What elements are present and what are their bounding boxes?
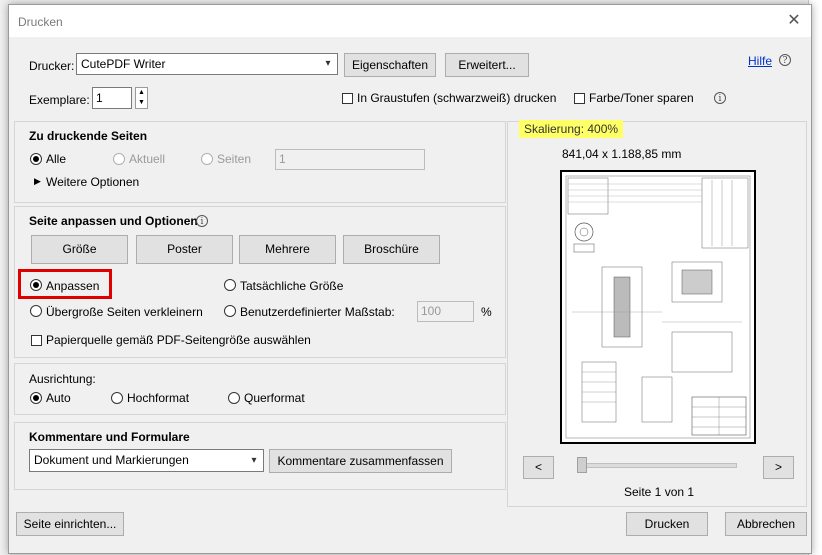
tab-multiple[interactable]: Mehrere [239, 235, 336, 264]
pages-all-radio[interactable] [30, 153, 42, 165]
grayscale-label: In Graustufen (schwarzweiß) drucken [357, 91, 557, 105]
info-icon[interactable]: i [196, 215, 208, 227]
print-dialog: Drucken ✕ Drucker: CutePDF Writer ▾ Eige… [8, 4, 812, 554]
orientation-portrait-label: Hochformat [127, 391, 190, 405]
page-status: Seite 1 von 1 [624, 485, 695, 499]
actual-size-label: Tatsächliche Größe [240, 279, 344, 293]
help-question-icon[interactable]: ? [779, 54, 791, 66]
paper-source-checkbox[interactable] [31, 335, 42, 346]
custom-scale-radio[interactable] [224, 305, 236, 317]
pages-all-label: Alle [46, 152, 67, 166]
pages-current-label: Aktuell [129, 152, 166, 166]
summarize-comments-button[interactable]: Kommentare zusammenfassen [269, 449, 452, 473]
copies-label: Exemplare: [29, 93, 90, 107]
tab-size[interactable]: Größe [31, 235, 128, 264]
pages-range-radio[interactable] [201, 153, 213, 165]
page-setup-button[interactable]: Seite einrichten... [16, 512, 124, 536]
save-toner-checkbox[interactable] [574, 93, 585, 104]
orientation-label: Ausrichtung: [29, 372, 96, 386]
scaling-label: Skalierung: 400% [519, 120, 624, 138]
page-preview [560, 170, 756, 444]
more-options-toggle[interactable]: Weitere Optionen [46, 175, 139, 189]
shrink-radio[interactable] [30, 305, 42, 317]
info-icon[interactable]: i [714, 92, 726, 104]
properties-button[interactable]: Eigenschaften [344, 53, 436, 77]
fit-radio[interactable] [30, 279, 42, 291]
cancel-button[interactable]: Abbrechen [725, 512, 807, 536]
tab-poster[interactable]: Poster [136, 235, 233, 264]
copies-input[interactable]: 1 [92, 87, 132, 109]
comments-heading: Kommentare und Formulare [29, 430, 190, 444]
orientation-portrait-radio[interactable] [111, 392, 123, 404]
tab-booklet[interactable]: Broschüre [343, 235, 440, 264]
orientation-landscape-radio[interactable] [228, 392, 240, 404]
orientation-auto-label: Auto [46, 391, 71, 405]
percent-label: % [481, 305, 492, 319]
paper-source-label: Papierquelle gemäß PDF-Seitengröße auswä… [46, 333, 311, 347]
orientation-auto-radio[interactable] [30, 392, 42, 404]
actual-size-radio[interactable] [224, 279, 236, 291]
print-button[interactable]: Drucken [626, 512, 708, 536]
triangle-right-icon[interactable]: ▶ [34, 176, 41, 187]
chevron-down-icon: ▾ [251, 455, 257, 466]
save-toner-label: Farbe/Toner sparen [589, 91, 694, 105]
orientation-landscape-label: Querformat [244, 391, 305, 405]
page-slider-track[interactable] [577, 463, 737, 468]
fit-heading: Seite anpassen und Optionen [29, 214, 198, 228]
orientation-panel [14, 363, 506, 415]
printer-select-value: CutePDF Writer [81, 57, 166, 71]
custom-scale-label: Benutzerdefinierter Maßstab: [240, 305, 395, 319]
shrink-label: Übergroße Seiten verkleinern [46, 305, 203, 319]
page-size-label: 841,04 x 1.188,85 mm [562, 147, 682, 161]
pages-heading: Zu druckende Seiten [29, 129, 148, 143]
pages-range-input[interactable]: 1 [275, 149, 425, 170]
comments-select-value: Dokument und Markierungen [34, 453, 189, 467]
drawing-thumbnail [565, 175, 751, 439]
window-title: Drucken [18, 15, 63, 29]
title-bar: Drucken ✕ [9, 5, 811, 37]
fit-label: Anpassen [46, 279, 100, 293]
close-icon[interactable]: ✕ [783, 10, 805, 32]
next-page-button[interactable]: > [763, 456, 794, 479]
help-link[interactable]: Hilfe [748, 54, 772, 68]
page-slider-thumb[interactable] [577, 457, 587, 473]
copies-stepper[interactable]: ▲ ▼ [135, 87, 148, 109]
custom-scale-input[interactable]: 100 [417, 301, 474, 322]
chevron-down-icon: ▾ [325, 58, 331, 69]
grayscale-checkbox[interactable] [342, 93, 353, 104]
pages-range-label: Seiten [217, 152, 252, 166]
pages-current-radio[interactable] [113, 153, 125, 165]
advanced-button[interactable]: Erweitert... [445, 53, 529, 77]
printer-select[interactable]: CutePDF Writer ▾ [76, 53, 338, 75]
previous-page-button[interactable]: < [523, 456, 554, 479]
printer-label: Drucker: [29, 59, 75, 73]
comments-select[interactable]: Dokument und Markierungen ▾ [29, 449, 264, 472]
